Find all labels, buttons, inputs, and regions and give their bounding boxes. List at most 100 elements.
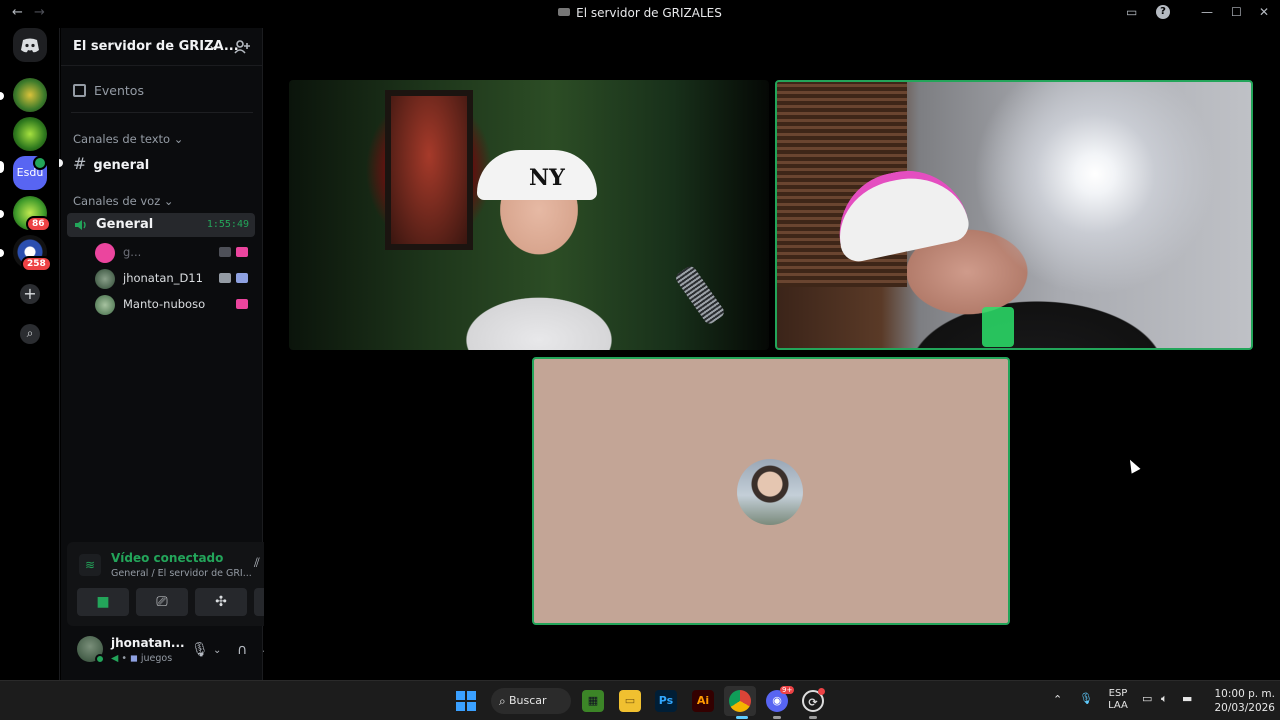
voice-category[interactable]: Canales de voz ⌄ bbox=[73, 194, 174, 208]
channel-sidebar: El servidor de GRIZA... ⌄ Eventos Canale… bbox=[59, 28, 317, 680]
green-light bbox=[982, 307, 1014, 347]
voice-member[interactable]: Manto-nuboso bbox=[95, 294, 255, 316]
voice-category-label: Canales de voz bbox=[73, 194, 161, 208]
calendar-icon bbox=[73, 84, 86, 97]
voice-member[interactable]: jhonatan_D11 bbox=[95, 268, 255, 290]
volume-icon[interactable]: 🔈︎ bbox=[1161, 692, 1168, 706]
signal-icon[interactable]: ≋ bbox=[79, 554, 101, 576]
add-server-icon[interactable]: + bbox=[20, 284, 40, 304]
explore-icon[interactable]: ⌕ bbox=[20, 324, 40, 344]
server-icon-2[interactable] bbox=[13, 117, 47, 151]
text-category-label: Canales de texto bbox=[73, 132, 171, 146]
video-tile-1[interactable]: NY bbox=[289, 80, 769, 350]
avatar bbox=[95, 295, 115, 315]
channel-general[interactable]: # general bbox=[73, 154, 149, 173]
voice-location[interactable]: General / El servidor de GRI... bbox=[111, 568, 252, 579]
invite-user-icon[interactable] bbox=[233, 38, 251, 56]
events-label: Eventos bbox=[94, 83, 144, 98]
camera-button[interactable]: ■ bbox=[77, 588, 129, 616]
activity-icon bbox=[236, 299, 248, 309]
user-status-text: juegos bbox=[140, 653, 173, 664]
microphone-icon[interactable]: 🎙︎ bbox=[191, 642, 209, 658]
video-tile-3-avatar[interactable] bbox=[532, 357, 1010, 625]
voice-channel-label: General bbox=[96, 217, 154, 232]
notification-dot bbox=[818, 688, 825, 695]
network-icon[interactable]: ▭ bbox=[1142, 692, 1152, 705]
windows-start-icon[interactable] bbox=[456, 691, 476, 711]
voice-timer: 1:55:49 bbox=[206, 219, 249, 230]
activities-button[interactable]: ✣ bbox=[195, 588, 247, 616]
server-unread-pill bbox=[0, 249, 4, 257]
title-bar: ← → El servidor de GRIZALES ▭ ? — ☐ ✕ bbox=[0, 0, 1280, 28]
server-icon-1[interactable] bbox=[13, 78, 47, 112]
clock-date: 20/03/2026 bbox=[1214, 702, 1275, 714]
hash-icon: # bbox=[73, 154, 87, 173]
clock-time: 10:00 p. m. bbox=[1214, 688, 1275, 700]
speaker-icon: ◀ bbox=[111, 653, 119, 664]
discord-home-icon[interactable] bbox=[13, 28, 47, 62]
voice-member[interactable]: g... bbox=[95, 242, 255, 264]
window-title: El servidor de GRIZALES bbox=[0, 6, 1280, 20]
running-indicator bbox=[809, 716, 817, 719]
speaker-icon bbox=[75, 220, 86, 230]
notification-badge: 9+ bbox=[780, 686, 795, 694]
window-title-text: El servidor de GRIZALES bbox=[576, 6, 722, 20]
help-icon[interactable]: ? bbox=[1156, 5, 1170, 19]
channel-label: general bbox=[93, 158, 150, 173]
photoshop-icon[interactable]: Ps bbox=[655, 690, 677, 712]
user-name[interactable]: jhonatan... bbox=[111, 636, 185, 650]
camera-icon bbox=[219, 247, 231, 257]
text-category[interactable]: Canales de texto ⌄ bbox=[73, 132, 183, 146]
camera-icon bbox=[219, 273, 231, 283]
live-indicator-icon bbox=[33, 156, 47, 170]
mouse-cursor bbox=[1125, 457, 1141, 474]
lang-top: ESP bbox=[1108, 688, 1128, 699]
close-icon[interactable]: ✕ bbox=[1259, 5, 1269, 19]
divider bbox=[71, 112, 253, 113]
tray-chevron-up-icon[interactable]: ⌃ bbox=[1053, 693, 1062, 706]
voice-status: Vídeo conectado bbox=[111, 551, 224, 565]
taskbar-search[interactable]: ⌕ Buscar bbox=[491, 688, 571, 714]
battery-icon[interactable]: ▬ bbox=[1182, 692, 1192, 705]
screen-share-button[interactable]: ⎚ bbox=[136, 588, 188, 616]
chevron-down-icon[interactable]: ⌄ bbox=[213, 645, 221, 656]
online-status-icon bbox=[95, 654, 105, 664]
cap-logo: NY bbox=[529, 165, 565, 191]
headphones-icon[interactable]: ∩ bbox=[237, 642, 247, 658]
avatar bbox=[95, 269, 115, 289]
inbox-icon[interactable]: ▭ bbox=[1126, 5, 1137, 19]
system-clock[interactable]: 10:00 p. m. 20/03/2026 bbox=[1205, 687, 1275, 715]
language-indicator[interactable]: ESP LAA bbox=[1106, 688, 1130, 712]
minimize-icon[interactable]: — bbox=[1201, 5, 1213, 19]
gamepad-icon bbox=[236, 273, 248, 283]
gamepad-icon: ◼ bbox=[129, 653, 138, 664]
chevron-down-icon: ⌄ bbox=[173, 132, 184, 146]
activity-icon bbox=[236, 247, 248, 257]
tray-microphone-icon[interactable]: 🎙︎ bbox=[1079, 692, 1093, 705]
server-rail: Esdu 86 258 + ⌕ bbox=[0, 28, 60, 680]
active-indicator bbox=[736, 716, 748, 719]
search-icon: ⌕ bbox=[499, 694, 506, 708]
discord-app: ← → El servidor de GRIZALES ▭ ? — ☐ ✕ Es… bbox=[0, 0, 1280, 680]
server-unread-pill bbox=[0, 210, 4, 218]
server-mini-icon bbox=[558, 8, 571, 16]
member-name: jhonatan_D11 bbox=[123, 271, 203, 285]
server-header[interactable]: El servidor de GRIZA... ⌄ bbox=[61, 28, 263, 66]
microphone-prop bbox=[673, 264, 727, 326]
video-tile-2-speaking[interactable] bbox=[775, 80, 1253, 350]
file-explorer-icon[interactable]: ▭ bbox=[619, 690, 641, 712]
server-unread-pill bbox=[0, 92, 4, 100]
events-link[interactable]: Eventos bbox=[73, 83, 144, 98]
participant-avatar bbox=[737, 459, 803, 525]
video-stage: NY bbox=[264, 28, 1280, 680]
voice-channel-general[interactable]: General 1:55:49 bbox=[67, 213, 255, 237]
chrome-icon[interactable] bbox=[729, 690, 751, 712]
wall-painting bbox=[385, 90, 473, 250]
minecraft-icon[interactable]: ▦ bbox=[582, 690, 604, 712]
maximize-icon[interactable]: ☐ bbox=[1231, 5, 1242, 19]
chevron-down-icon: ⌄ bbox=[163, 194, 174, 208]
running-indicator bbox=[773, 716, 781, 719]
illustrator-icon[interactable]: Ai bbox=[692, 690, 714, 712]
unread-indicator bbox=[59, 159, 63, 167]
noise-suppression-icon[interactable]: ⫽ bbox=[254, 556, 260, 571]
